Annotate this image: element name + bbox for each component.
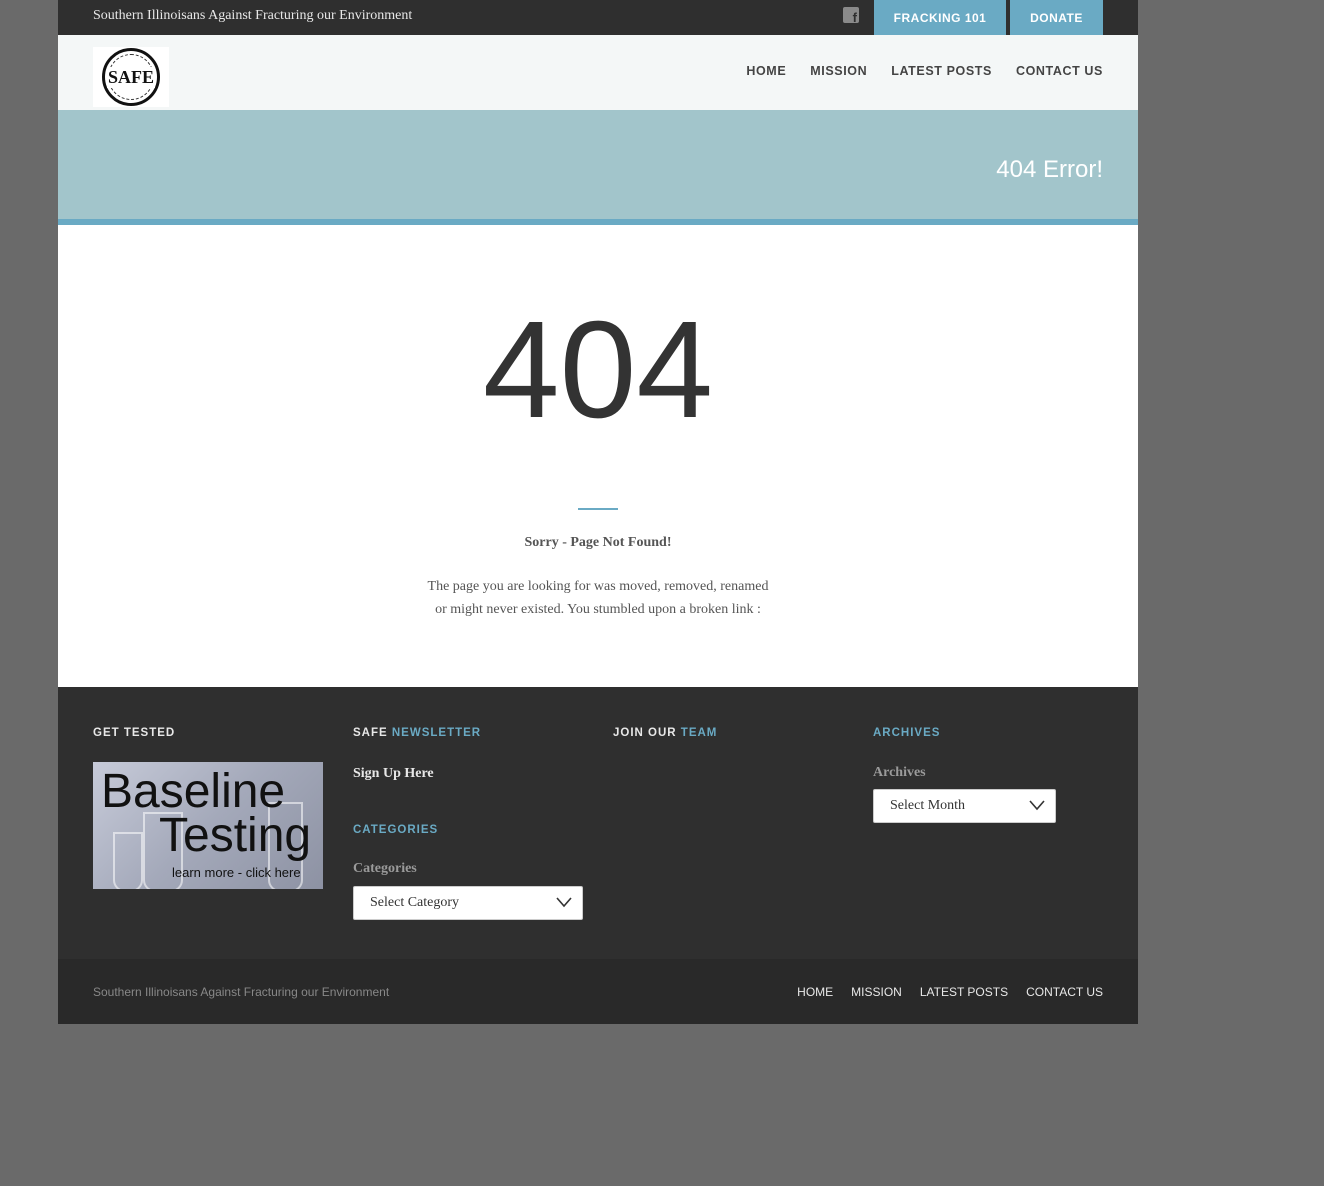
main-content: 404 Sorry - Page Not Found! The page you… xyxy=(58,225,1138,687)
page-title-banner: 404 Error! xyxy=(58,110,1138,225)
widget-heading: GET TESTED xyxy=(93,727,176,739)
error-message-line: or might never existed. You stumbled upo… xyxy=(435,602,761,617)
sign-up-link[interactable]: Sign Up Here xyxy=(353,766,434,782)
baseline-testing-banner[interactable]: Baseline Testing learn more - click here xyxy=(93,762,323,889)
category-select[interactable]: Select Category xyxy=(353,886,583,920)
footer-nav: HOME MISSION LATEST POSTS CONTACT US xyxy=(797,985,1103,999)
nav-mission[interactable]: MISSION xyxy=(810,64,867,78)
widget-team: JOIN OUR TEAM xyxy=(613,727,717,739)
top-bar: Southern Illinoisans Against Fracturing … xyxy=(58,0,1138,35)
error-message: The page you are looking for was moved, … xyxy=(58,575,1138,621)
site-header: SAFE HOME MISSION LATEST POSTS CONTACT U… xyxy=(58,35,1138,110)
footer-nav-contact-us[interactable]: CONTACT US xyxy=(1026,985,1103,999)
safe-logo[interactable]: SAFE xyxy=(93,47,169,107)
fracking-101-button[interactable]: FRACKING 101 xyxy=(874,0,1006,35)
widget-heading: SAFE NEWSLETTER xyxy=(353,727,482,739)
footer-nav-home[interactable]: HOME xyxy=(797,985,833,999)
footer-bottom: Southern Illinoisans Against Fracturing … xyxy=(58,959,1138,1024)
chevron-down-icon xyxy=(556,897,572,908)
error-code: 404 xyxy=(482,293,714,447)
error-message-line: The page you are looking for was moved, … xyxy=(427,579,769,594)
archives-label: Archives xyxy=(873,765,926,780)
site-tagline: Southern Illinoisans Against Fracturing … xyxy=(93,8,413,23)
widget-get-tested: GET TESTED xyxy=(93,727,175,739)
footer-nav-mission[interactable]: MISSION xyxy=(851,985,902,999)
categories-label: Categories xyxy=(353,861,417,876)
page-wrapper: Southern Illinoisans Against Fracturing … xyxy=(58,0,1138,1024)
nav-latest-posts[interactable]: LATEST POSTS xyxy=(891,64,992,78)
nav-contact-us[interactable]: CONTACT US xyxy=(1016,64,1103,78)
donate-button[interactable]: DONATE xyxy=(1010,0,1103,35)
footer-widgets: GET TESTED Baseline Testing learn more -… xyxy=(58,687,1138,959)
widget-heading: ARCHIVES xyxy=(873,727,941,739)
widget-newsletter: SAFE NEWSLETTER xyxy=(353,727,481,739)
facebook-icon[interactable]: f xyxy=(843,7,859,24)
divider xyxy=(578,508,618,510)
widget-heading: JOIN OUR TEAM xyxy=(613,727,718,739)
widget-categories: CATEGORIES xyxy=(353,824,438,836)
footer-nav-latest-posts[interactable]: LATEST POSTS xyxy=(920,985,1008,999)
widget-archives: ARCHIVES xyxy=(873,727,940,739)
page-title: 404 Error! xyxy=(996,156,1103,183)
footer-copyright: Southern Illinoisans Against Fracturing … xyxy=(93,985,390,999)
main-nav: HOME MISSION LATEST POSTS CONTACT US xyxy=(746,64,1103,78)
error-heading: Sorry - Page Not Found! xyxy=(524,535,672,550)
nav-home[interactable]: HOME xyxy=(746,64,786,78)
chevron-down-icon xyxy=(1029,800,1045,811)
archives-select[interactable]: Select Month xyxy=(873,789,1056,823)
widget-heading: CATEGORIES xyxy=(353,824,439,836)
